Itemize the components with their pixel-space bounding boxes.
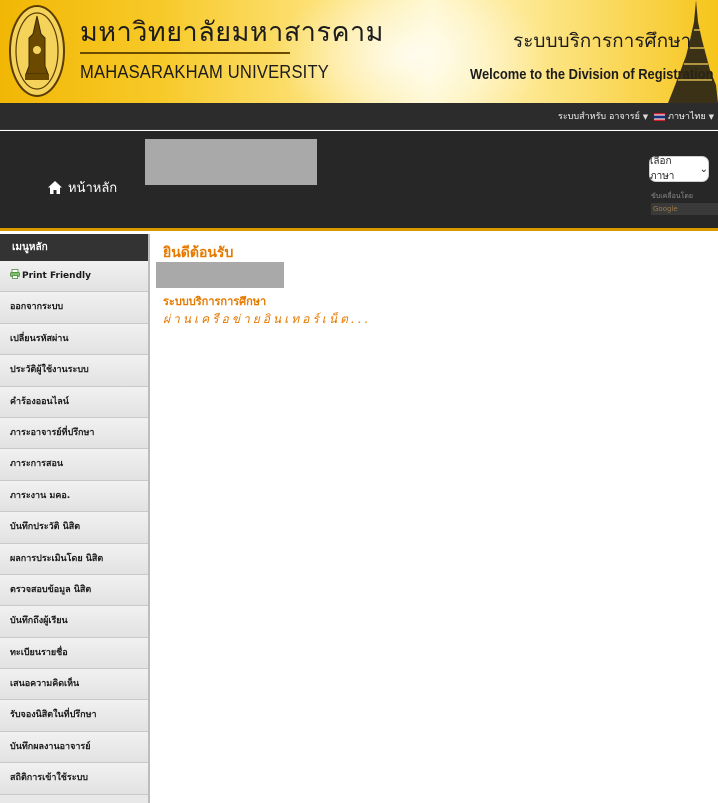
sidebar-item-notes-to-learners[interactable]: บันทึกถึงผู้เรียน xyxy=(0,606,148,638)
google-logo: Google xyxy=(653,205,678,213)
sidebar-menu: เมนูหลัก Print Friendly ออกจากระบบ เปลี่… xyxy=(0,234,150,803)
sidebar-item-change-password[interactable]: เปลี่ยนรหัสผ่าน xyxy=(0,323,148,356)
language-select-value: เลือกภาษา xyxy=(650,156,675,182)
redacted-profile-block xyxy=(145,139,317,185)
redacted-user-name xyxy=(156,262,284,288)
sidebar-item-teaching-load[interactable]: ภาระการสอน xyxy=(0,449,148,481)
chevron-down-icon: ⌄ xyxy=(699,163,708,175)
sidebar-item-user-history[interactable]: ประวัติผู้ใช้งานระบบ xyxy=(0,355,148,387)
home-icon xyxy=(48,181,62,194)
sidebar-item-logout[interactable]: ออกจากระบบ xyxy=(0,292,148,324)
sidebar-item-online-requests[interactable]: คำร้องออนไลน์ xyxy=(0,386,148,418)
university-name-english: MAHASARAKHAM UNIVERSITY xyxy=(80,62,330,82)
sidebar-item-student-records[interactable]: บันทึกประวัติ นิสิต xyxy=(0,512,148,544)
top-utility-bar: ระบบสำหรับ อาจารย์ ▼ ภาษาไทย ▼ xyxy=(0,103,718,130)
thai-flag-icon xyxy=(654,112,666,121)
role-menu-label: ระบบสำหรับ อาจารย์ xyxy=(558,112,640,122)
role-menu-caret-icon: ▼ xyxy=(642,113,649,121)
sidebar-item-tqf-workload[interactable]: ภาระงาน มคอ. xyxy=(0,480,148,513)
google-translate-bar: Google xyxy=(651,203,718,215)
sidebar-item-print-friendly[interactable]: Print Friendly xyxy=(0,261,148,293)
university-seal-icon xyxy=(9,5,65,97)
sidebar-item-usage-stats[interactable]: สถิติการเข้าใช้ระบบ xyxy=(0,763,148,795)
banner-divider xyxy=(80,52,290,54)
sidebar-item-advisee-booking[interactable]: รับจองนิสิตในที่ปรึกษา xyxy=(0,700,148,732)
sidebar-item-name-registry[interactable]: ทะเบียนรายชื่อ xyxy=(0,637,148,670)
university-name-thai: มหาวิทยาลัยมหาสารคาม xyxy=(80,17,384,48)
role-menu[interactable]: ระบบสำหรับ อาจารย์ ▼ xyxy=(558,109,648,123)
welcome-heading: ยินดีต้อนรับ xyxy=(163,245,234,261)
sidebar-item-feedback[interactable]: เสนอความคิดเห็น xyxy=(0,669,148,701)
topbar-menus: ระบบสำหรับ อาจารย์ ▼ ภาษาไทย ▼ xyxy=(558,109,714,123)
home-link-label: หน้าหลัก xyxy=(68,181,118,196)
home-link[interactable]: หน้าหลัก xyxy=(48,177,117,198)
sidebar-header: เมนูหลัก xyxy=(0,234,148,261)
system-label: ระบบบริการการศึกษา xyxy=(163,295,267,308)
sidebar-item-label: Print Friendly xyxy=(22,271,91,281)
language-menu-caret-icon: ▼ xyxy=(708,113,714,121)
via-internet-text: ผ่านเครือข่ายอินเทอร์เน็ต... xyxy=(163,312,372,326)
sidebar-item-check-student-data[interactable]: ตรวจสอบข้อมูล นิสิต xyxy=(0,574,148,607)
sidebar-item-student-evaluation[interactable]: ผลการประเมินโดย นิสิต xyxy=(0,543,148,575)
powered-by-text: ขับเคลื่อนโดย xyxy=(651,192,693,200)
pagoda-icon xyxy=(668,0,718,103)
header-banner: มหาวิทยาลัยมหาสารคาม MAHASARAKHAM UNIVER… xyxy=(0,0,718,103)
language-menu-label: ภาษาไทย xyxy=(668,112,706,122)
sidebar-item-advisor-duties[interactable]: ภาระอาจารย์ที่ปรึกษา xyxy=(0,417,148,450)
printer-icon xyxy=(10,269,20,279)
main-navbar: หน้าหลัก เลือกภาษา ⌄ ขับเคลื่อนโดย Googl… xyxy=(0,131,718,231)
main-content: ยินดีต้อนรับ ระบบบริการการศึกษา ผ่านเครื… xyxy=(150,234,718,803)
sidebar-item-faculty-works[interactable]: บันทึกผลงานอาจารย์ xyxy=(0,731,148,764)
language-menu[interactable]: ภาษาไทย ▼ xyxy=(654,109,714,123)
language-select[interactable]: เลือกภาษา ⌄ xyxy=(649,156,709,182)
